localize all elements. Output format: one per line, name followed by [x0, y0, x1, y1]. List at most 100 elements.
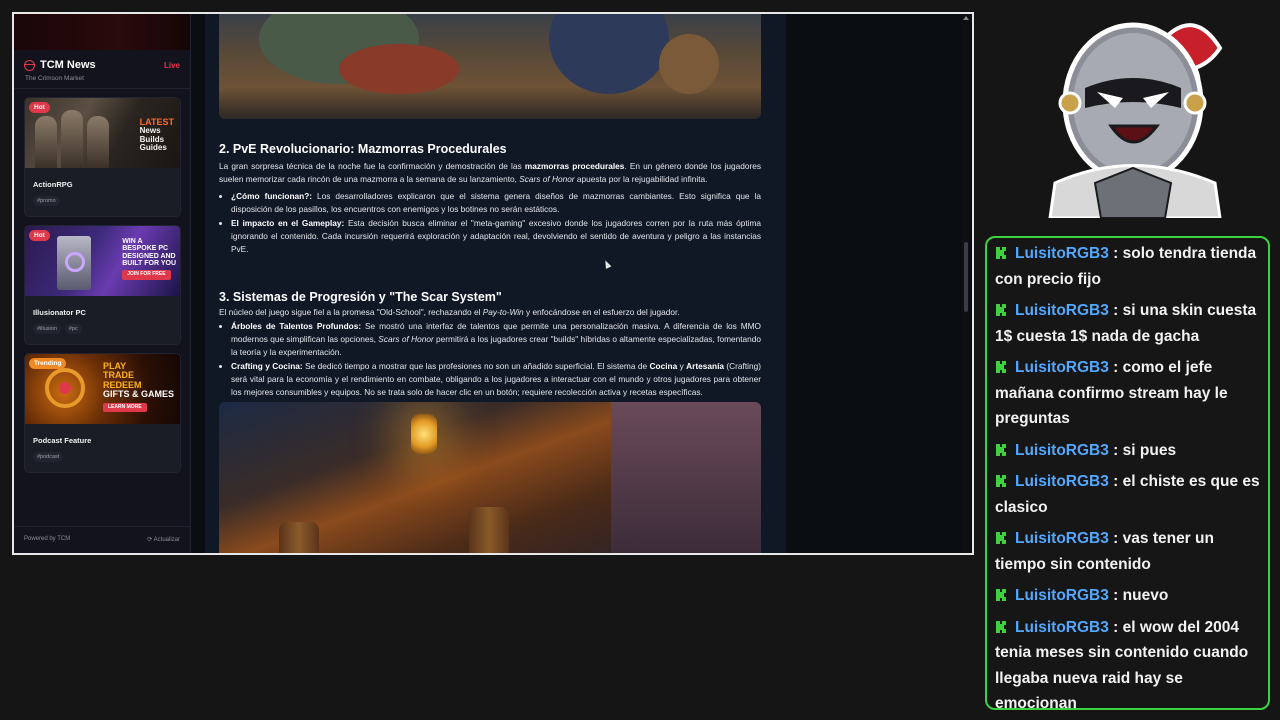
card-title[interactable]: Illusionator PC — [33, 308, 180, 317]
thumbnail-text: WIN A BESPOKE PC DESIGNED AND BUILT FOR … — [122, 238, 176, 280]
thumb-line: BUILT FOR YOU — [122, 260, 176, 268]
text: El núcleo del juego sigue fiel a la prom… — [219, 307, 483, 317]
page-scrollbar[interactable] — [962, 14, 970, 553]
chat-message: LuisitoRGB3 : el wow del 2004 tenia mese… — [995, 612, 1262, 709]
brand-name: TCM News — [40, 59, 96, 71]
paragraph: El núcleo del juego sigue fiel a la prom… — [219, 306, 761, 319]
bold-text: Árboles de Talentos Profundos: — [231, 320, 362, 331]
hot-badge: Hot — [29, 102, 50, 113]
chat-username[interactable]: LuisitoRGB3 — [1015, 302, 1109, 319]
bullet-list: ¿Cómo funcionan?: Los desarrolladores ex… — [219, 190, 761, 256]
warrior-figure — [87, 116, 109, 168]
sidebar-banner — [14, 14, 190, 50]
scroll-up-arrow-icon[interactable] — [963, 16, 969, 20]
scene-shape — [339, 44, 459, 94]
thumb-line: DESIGNED AND — [122, 252, 176, 260]
paragraph: La gran sorpresa técnica de la noche fue… — [219, 160, 761, 186]
news-card[interactable]: Hot WIN A BESPOKE PC DESIGNED AND BUILT … — [24, 225, 181, 345]
chat-message-list: LuisitoRGB3 : solo tendra tienda con pre… — [987, 238, 1268, 709]
lantern — [411, 414, 437, 454]
kick-icon — [996, 443, 1006, 456]
chat-username[interactable]: LuisitoRGB3 — [1015, 473, 1109, 490]
chat-message: LuisitoRGB3 : nuevo — [995, 580, 1262, 612]
browser-capture-window: TCM News Live The Crimson Market Hot LAT… — [12, 12, 974, 555]
text: Se dedicó tiempo a mostrar que las profe… — [302, 361, 650, 372]
italic-text: Scars of Honor — [519, 173, 575, 184]
bold-text: El impacto en el Gameplay: — [231, 218, 345, 229]
globe-icon — [24, 59, 35, 71]
scene-shape — [549, 14, 669, 94]
chat-username[interactable]: LuisitoRGB3 — [1015, 587, 1109, 604]
join-button[interactable]: JOIN FOR FREE — [122, 270, 171, 280]
section-heading: 3. Sistemas de Progresión y "The Scar Sy… — [219, 290, 502, 304]
section-progression: 3. Sistemas de Progresión y "The Scar Sy… — [219, 290, 761, 401]
hot-badge: Hot — [29, 230, 50, 241]
thumb-line: BESPOKE PC — [122, 245, 169, 253]
barrel — [469, 507, 509, 553]
refresh-label: Actualizar — [153, 537, 180, 543]
kick-icon — [996, 247, 1006, 259]
chat-username[interactable]: LuisitoRGB3 — [1015, 359, 1109, 376]
card-tags: #promo — [33, 196, 180, 206]
news-card[interactable]: Hot LATEST News Builds Guides ActionRPG … — [24, 97, 181, 217]
card-thumbnail: Hot LATEST News Builds Guides — [25, 98, 180, 168]
bullet-list: Árboles de Talentos Profundos: Se mostró… — [219, 320, 761, 399]
bold-text: ¿Cómo funcionan?: — [231, 190, 313, 201]
list-item: Crafting y Cocina: Se dedicó tiempo a mo… — [231, 360, 761, 399]
chat-message: LuisitoRGB3 : el chiste es que es clasic… — [995, 466, 1262, 523]
bold-text: Crafting y Cocina: — [231, 361, 303, 372]
news-sidebar: TCM News Live The Crimson Market Hot LAT… — [14, 14, 191, 553]
section-procedural-dungeons: 2. PvE Revolucionario: Mazmorras Procedu… — [219, 142, 761, 258]
thumbnail-text: PLAY TRADE REDEEM GIFTS & GAMES LEARN MO… — [103, 361, 175, 412]
chat-message: LuisitoRGB3 : si pues — [995, 435, 1262, 467]
thumb-line: GIFTS & GAMES — [103, 389, 175, 400]
tent-shape — [611, 402, 761, 553]
learn-more-button[interactable]: LEARN MORE — [103, 402, 147, 412]
chat-username[interactable]: LuisitoRGB3 — [1015, 442, 1109, 459]
bold-text: Artesanía — [686, 361, 724, 372]
target-icon — [45, 368, 85, 408]
italic-text: Pay-to-Win — [482, 307, 524, 317]
chat-message: LuisitoRGB3 : si una skin cuesta 1$ cues… — [995, 295, 1262, 352]
kick-icon — [996, 532, 1006, 544]
powered-by-text: Powered by TCM — [24, 536, 71, 542]
section-heading: 2. PvE Revolucionario: Mazmorras Procedu… — [219, 142, 507, 156]
tag[interactable]: #podcast — [33, 452, 64, 462]
kick-icon — [996, 361, 1006, 373]
card-title[interactable]: Podcast Feature — [33, 436, 180, 445]
chat-username[interactable]: LuisitoRGB3 — [1015, 619, 1109, 636]
warrior-figure — [61, 110, 83, 168]
news-card[interactable]: Trending PLAY TRADE REDEEM GIFTS & GAMES… — [24, 353, 181, 473]
chat-message: LuisitoRGB3 : solo tendra tienda con pre… — [995, 238, 1262, 295]
chat-text: : nuevo — [1108, 587, 1169, 604]
brand[interactable]: TCM News — [24, 59, 180, 71]
tag[interactable]: #pc — [64, 324, 82, 334]
thumb-line: Guides — [139, 143, 167, 153]
card-tags: #podcast — [33, 452, 180, 462]
thumb-line: WIN A — [122, 238, 143, 245]
text: y — [677, 361, 687, 372]
left-headphone — [1058, 91, 1082, 115]
refresh-button[interactable]: ⟳ Actualizar — [147, 536, 180, 543]
bold-text: mazmorras procedurales — [524, 161, 625, 171]
card-title[interactable]: ActionRPG — [33, 180, 180, 189]
tag[interactable]: #illusion — [33, 324, 61, 334]
tag[interactable]: #promo — [33, 196, 60, 206]
thumbnail-text: LATEST News Builds Guides — [139, 117, 174, 153]
live-badge: Live — [163, 61, 180, 70]
barrel — [279, 522, 319, 553]
chat-username[interactable]: LuisitoRGB3 — [1015, 245, 1109, 262]
kick-icon — [996, 589, 1006, 601]
article-image-tavern — [219, 14, 761, 119]
text: apuesta por la rejugabilidad infinita. — [574, 173, 708, 184]
kick-icon — [996, 620, 1006, 633]
article-image-tent — [219, 402, 761, 553]
sidebar-footer: Powered by TCM ⟳ Actualizar — [14, 526, 190, 553]
chat-username[interactable]: LuisitoRGB3 — [1015, 530, 1109, 547]
chat-message: LuisitoRGB3 : como el jefe mañana confir… — [995, 352, 1262, 435]
kick-icon — [996, 304, 1006, 316]
brand-subtitle: The Crimson Market — [25, 75, 84, 82]
bold-text: Cocina — [649, 361, 678, 372]
logo-disc — [65, 252, 85, 272]
scroll-thumb[interactable] — [964, 242, 968, 312]
